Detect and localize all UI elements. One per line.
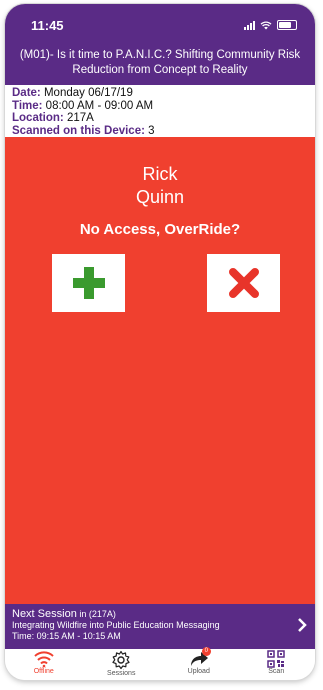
chevron-right-icon [298, 618, 307, 632]
next-session-title: Integrating Wildfire into Public Educati… [12, 620, 220, 630]
date-row: Date: Monday 06/17/19 [12, 87, 133, 99]
session-details: Date: Monday 06/17/19 Time: 08:00 AM - 0… [5, 85, 315, 137]
session-title: (M01)- Is it time to P.A.N.I.C.? Shiftin… [5, 46, 315, 85]
tab-bar: Offline Sessions 0 Upload Scan [5, 647, 316, 680]
attendee-first-name: Rick [142, 164, 178, 184]
tab-sessions[interactable]: Sessions [83, 649, 161, 680]
battery-icon [277, 20, 297, 30]
phone-screen: 11:45 (M01)- Is it time to P.A.N.I.C.? S… [5, 4, 315, 680]
upload-badge: 0 [201, 647, 211, 656]
attendee-last-name: Quinn [135, 187, 185, 207]
next-session-time: Time: 09:15 AM - 10:15 AM [12, 631, 121, 641]
tab-upload[interactable]: 0 Upload [160, 647, 238, 680]
access-panel: Rick Quinn No Access, OverRide? [5, 137, 315, 604]
wifi-status-icon [260, 20, 272, 29]
close-icon [228, 268, 259, 298]
status-icons [244, 20, 297, 30]
next-session-bar[interactable]: Next Session in (217A) Integrating Wildf… [5, 604, 315, 649]
override-prompt: No Access, OverRide? [79, 221, 241, 238]
tab-offline[interactable]: Offline [5, 649, 83, 680]
qr-code-icon [267, 650, 285, 668]
status-time: 11:45 [31, 17, 64, 33]
plus-icon [72, 267, 105, 299]
next-session-heading: Next Session in (217A) [12, 608, 116, 620]
scanned-row: Scanned on this Device: 3 [12, 124, 155, 137]
status-bar: 11:45 [5, 4, 315, 46]
override-reject-button[interactable] [207, 254, 280, 312]
attendee-name: Rick Quinn [5, 137, 315, 209]
time-row: Time: 08:00 AM - 09:00 AM [12, 99, 154, 112]
location-row: Location: 217A [12, 112, 94, 124]
signal-icon [244, 20, 255, 30]
gear-icon [112, 650, 130, 670]
tab-scan[interactable]: Scan [238, 649, 316, 680]
wifi-icon [34, 651, 54, 668]
override-accept-button[interactable] [52, 254, 125, 312]
override-buttons [5, 254, 315, 312]
